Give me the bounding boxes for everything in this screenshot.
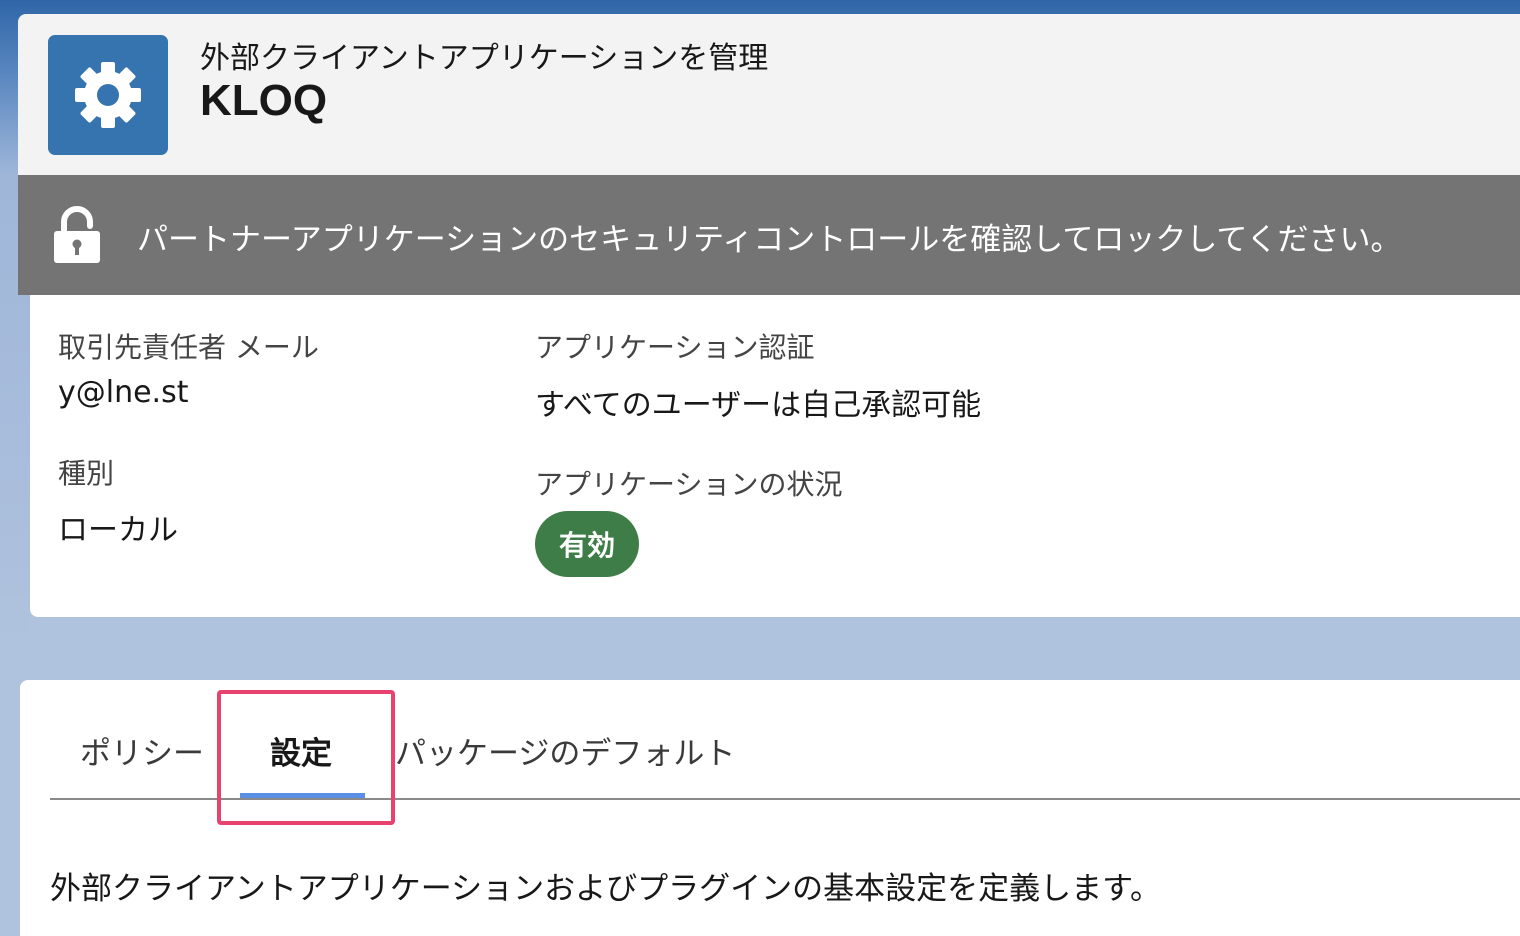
type-value: ローカル [58, 513, 178, 548]
status-badge: 有効 [535, 511, 639, 577]
page-title: KLOQ [200, 76, 328, 125]
tab-package-defaults[interactable]: パッケージのデフォルト [395, 728, 735, 773]
active-tab-indicator [240, 793, 365, 798]
app-auth-label: アプリケーション認証 [535, 331, 815, 364]
app-status-label: アプリケーションの状況 [535, 468, 843, 501]
tabs-divider [50, 798, 1520, 800]
contact-email-value: y@lne.st [58, 375, 189, 410]
tab-settings[interactable]: 設定 [270, 728, 332, 773]
header-subtitle: 外部クライアントアプリケーションを管理 [200, 41, 769, 76]
contact-email-label: 取引先責任者 メール [58, 331, 319, 364]
settings-description: 外部クライアントアプリケーションおよびプラグインの基本設定を定義します。 [50, 871, 1162, 907]
app-icon [48, 35, 168, 155]
tab-policy[interactable]: ポリシー [80, 728, 204, 773]
lock-icon [54, 206, 100, 263]
app-auth-value: すべてのユーザーは自己承認可能 [535, 388, 982, 423]
gear-icon [75, 62, 141, 128]
security-banner-text: パートナーアプリケーションのセキュリティコントロールを確認してロックしてください… [137, 222, 1402, 258]
type-label: 種別 [58, 457, 115, 490]
